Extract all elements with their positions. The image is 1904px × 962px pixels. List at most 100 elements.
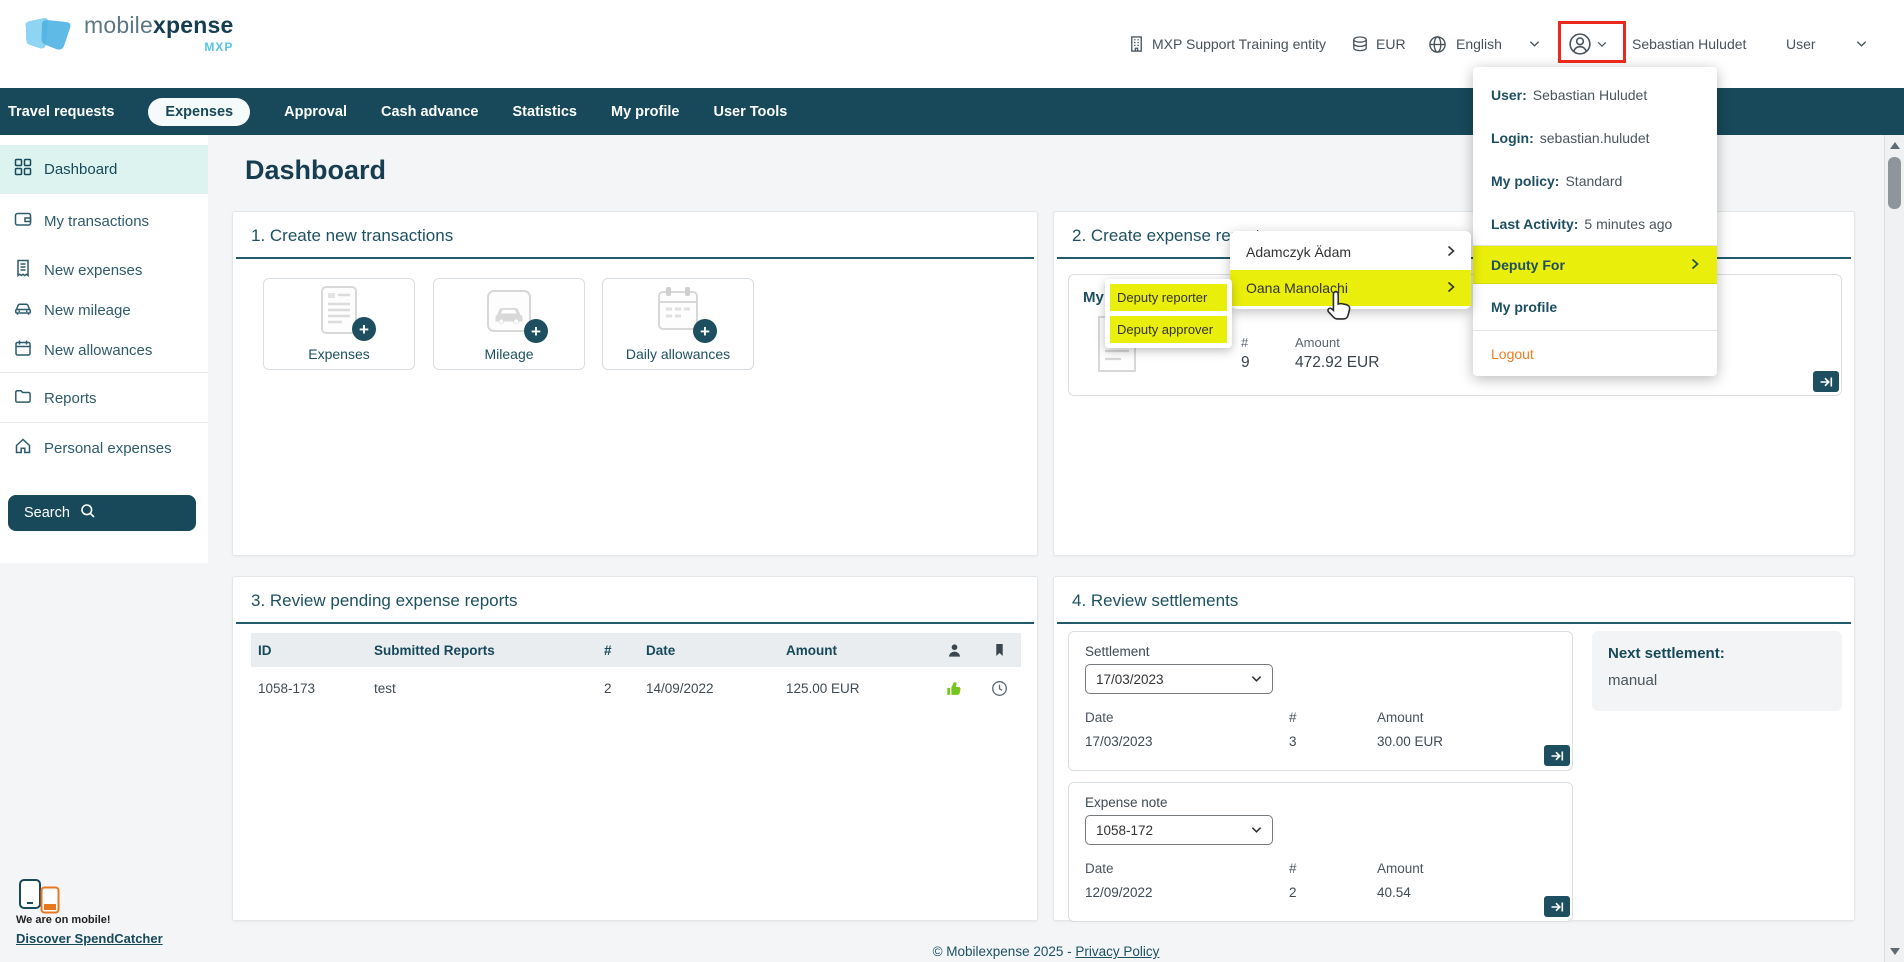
date-label: Date: [1085, 861, 1114, 876]
menu-item-deputy-for[interactable]: Deputy For: [1473, 245, 1717, 284]
amount-value: 472.92 EUR: [1295, 354, 1379, 372]
currency-selector[interactable]: EUR: [1351, 0, 1406, 88]
menu-policy-row: My policy: Standard: [1473, 159, 1717, 202]
nav-cash-advance[interactable]: Cash advance: [381, 104, 479, 120]
menu-login-row: Login: sebastian.huludet: [1473, 116, 1717, 159]
sidebar-item-new-expenses[interactable]: New expenses: [0, 250, 208, 290]
car-icon: [14, 299, 32, 321]
role-label: User: [1786, 36, 1816, 52]
menu-item-deputy-approver[interactable]: Deputy approver: [1110, 316, 1227, 343]
sidebar-item-label: Dashboard: [44, 161, 117, 178]
sidebar-item-label: New expenses: [44, 262, 142, 279]
bookmark-icon: [978, 643, 1021, 657]
card-label: Daily allowances: [603, 346, 753, 362]
scrollbar-thumb[interactable]: [1888, 157, 1901, 209]
role-chevron[interactable]: [1856, 0, 1867, 88]
entity-selector[interactable]: MXP Support Training entity: [1128, 0, 1326, 88]
open-report-arrow-button[interactable]: [1813, 371, 1839, 392]
scroll-down-arrow-icon[interactable]: [1890, 948, 1900, 955]
divider: [0, 193, 208, 194]
cell-id: 1058-173: [251, 681, 374, 696]
spendcatcher-link[interactable]: Discover SpendCatcher: [16, 931, 163, 946]
plus-icon: +: [524, 319, 548, 343]
logo-mark-icon: [22, 14, 74, 65]
chevron-down-icon: [1251, 826, 1262, 834]
person-icon: [931, 643, 978, 658]
expense-note-label: Expense note: [1085, 795, 1168, 810]
nav-my-profile[interactable]: My profile: [611, 104, 679, 120]
count-label: #: [1289, 710, 1297, 725]
deputy-item-adamczyk[interactable]: Adamczyk Ädam: [1230, 234, 1471, 270]
nav-approval[interactable]: Approval: [284, 104, 347, 120]
create-expenses-card[interactable]: + Expenses: [263, 278, 415, 370]
search-button-label: Search: [24, 505, 70, 521]
expense-note-select[interactable]: 1058-172: [1085, 815, 1273, 845]
panel-pending-reports: 3. Review pending expense reports ID Sub…: [232, 576, 1038, 921]
divider: [0, 422, 208, 423]
clock-icon[interactable]: [978, 680, 1021, 697]
create-mileage-card[interactable]: + Mileage: [433, 278, 585, 370]
sidebar-item-my-transactions[interactable]: My transactions: [0, 197, 208, 245]
privacy-policy-link[interactable]: Privacy Policy: [1075, 944, 1159, 959]
building-icon: [1128, 35, 1145, 53]
col-amount: Amount: [786, 643, 931, 658]
col-submitted-reports: Submitted Reports: [374, 643, 604, 658]
role-selector[interactable]: User: [1786, 0, 1816, 88]
search-button[interactable]: Search: [8, 495, 196, 531]
sidebar-item-personal-expenses[interactable]: Personal expenses: [0, 426, 208, 470]
amount-value: 30.00 EUR: [1377, 734, 1443, 749]
next-settlement-value: manual: [1608, 672, 1826, 689]
scroll-up-arrow-icon[interactable]: [1890, 142, 1900, 149]
date-value: 17/03/2023: [1085, 734, 1153, 749]
count-value: 9: [1241, 354, 1250, 372]
receipt-icon: [14, 259, 32, 281]
search-icon: [80, 503, 96, 523]
open-settlement-arrow-button[interactable]: [1544, 745, 1570, 766]
logo-wordmark: mobilexpense: [84, 14, 233, 37]
chevron-right-icon: [1447, 280, 1455, 296]
col-date: Date: [646, 643, 786, 658]
pending-reports-table: ID Submitted Reports # Date Amount 1058-…: [251, 633, 1021, 709]
cell-date: 14/09/2022: [646, 681, 786, 696]
menu-item-deputy-reporter[interactable]: Deputy reporter: [1110, 284, 1227, 311]
nav-user-tools[interactable]: User Tools: [713, 104, 787, 120]
create-daily-allowances-card[interactable]: + Daily allowances: [602, 278, 754, 370]
globe-icon: [1428, 35, 1447, 54]
panel-title: 3. Review pending expense reports: [236, 577, 1034, 624]
amount-label: Amount: [1377, 710, 1424, 725]
hand-cursor-icon: [1326, 290, 1354, 329]
count-label: #: [1241, 335, 1250, 350]
settlement-select[interactable]: 17/03/2023: [1085, 664, 1273, 694]
amount-label: Amount: [1377, 861, 1424, 876]
plus-icon: +: [693, 319, 717, 343]
count-value: 2: [1289, 885, 1297, 900]
next-settlement-label: Next settlement:: [1608, 645, 1826, 662]
panel-title: 1. Create new transactions: [236, 212, 1034, 259]
nav-expenses[interactable]: Expenses: [148, 98, 250, 126]
red-highlight-box: [1558, 21, 1626, 63]
sidebar-item-dashboard[interactable]: Dashboard: [0, 145, 208, 193]
amount-value: 40.54: [1377, 885, 1411, 900]
nav-travel-requests[interactable]: Travel requests: [8, 104, 114, 120]
sidebar-item-new-allowances[interactable]: New allowances: [0, 330, 208, 370]
menu-item-logout[interactable]: Logout: [1473, 331, 1717, 376]
chevron-down-icon: [1529, 40, 1540, 48]
vertical-scrollbar[interactable]: [1884, 135, 1904, 962]
expense-note-card: Expense note 1058-172 Date # Amount 12/0…: [1068, 782, 1573, 922]
card-label: Mileage: [434, 346, 584, 362]
thumbs-up-icon[interactable]: [931, 679, 978, 698]
table-row[interactable]: 1058-173 test 2 14/09/2022 125.00 EUR: [251, 667, 1021, 709]
coins-icon: [1351, 35, 1369, 53]
mobile-promo-text: We are on mobile!: [16, 914, 111, 926]
sidebar-item-new-mileage[interactable]: New mileage: [0, 290, 208, 330]
open-expense-note-arrow-button[interactable]: [1544, 896, 1570, 917]
nav-statistics[interactable]: Statistics: [513, 104, 577, 120]
col-count: #: [604, 643, 646, 658]
sidebar-item-label: My transactions: [44, 213, 149, 230]
sidebar-item-reports[interactable]: Reports: [0, 376, 208, 420]
card-label: Expenses: [264, 346, 414, 362]
currency-label: EUR: [1376, 36, 1406, 52]
cell-submitted: test: [374, 681, 604, 696]
mobilexpense-logo[interactable]: mobilexpense MXP: [22, 14, 233, 65]
menu-item-my-profile[interactable]: My profile: [1473, 284, 1717, 330]
